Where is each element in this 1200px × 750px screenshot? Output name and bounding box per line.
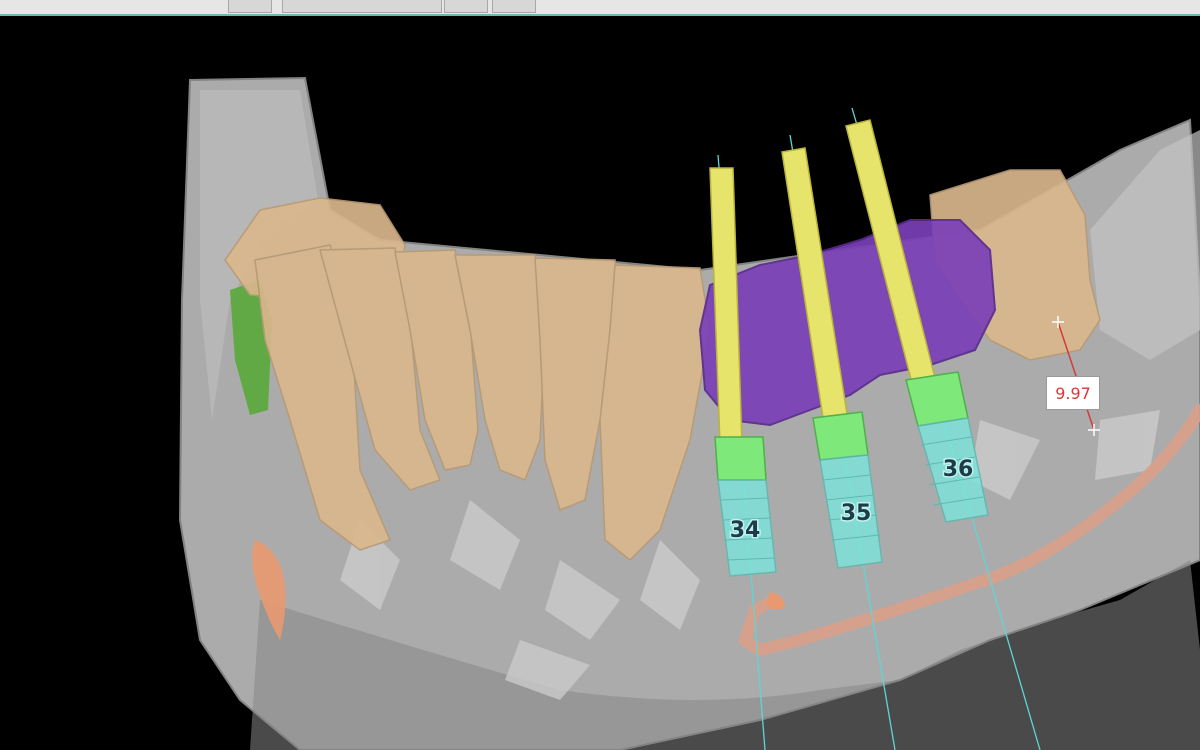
toolbar-button-2[interactable] — [282, 0, 442, 13]
implant-label-34: 34 — [730, 518, 761, 543]
implant-label-36: 36 — [943, 457, 974, 482]
jaw-3d-scene: 34 35 36 — [178, 76, 1200, 750]
toolbar-button-3[interactable] — [444, 0, 488, 13]
window-toolbar — [0, 0, 1200, 16]
measurement-value: 9.97 — [1046, 376, 1100, 410]
3d-viewport[interactable]: 34 35 36 9.97 — [0, 16, 1200, 750]
toolbar-button-1[interactable] — [228, 0, 272, 13]
toolbar-button-4[interactable] — [492, 0, 536, 13]
implant-label-35: 35 — [841, 501, 872, 526]
